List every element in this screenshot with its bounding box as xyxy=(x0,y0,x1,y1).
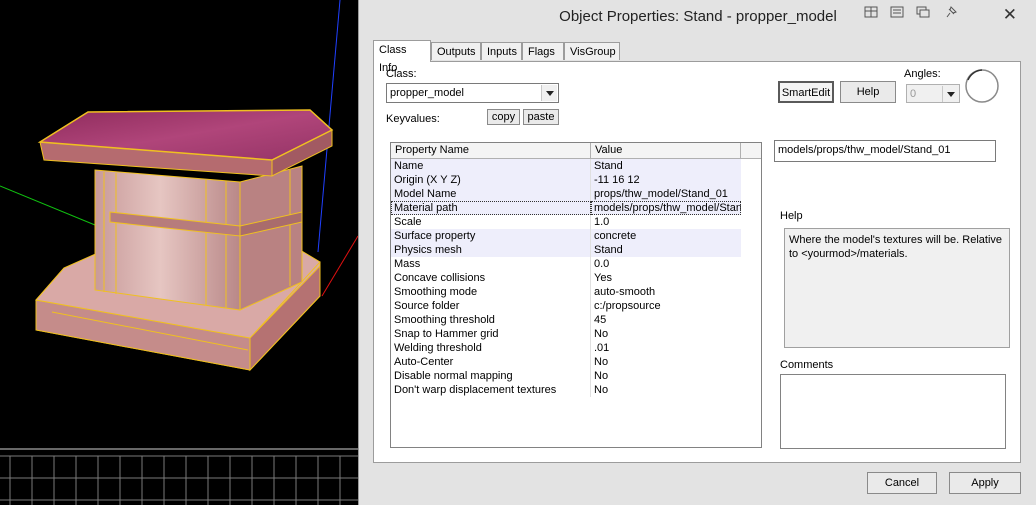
table-row[interactable]: Smoothing threshold 45 xyxy=(391,313,761,327)
header-property-name[interactable]: Property Name xyxy=(391,143,591,158)
red-axis xyxy=(321,235,358,297)
value-input[interactable]: models/props/thw_model/Stand_01 xyxy=(774,140,996,162)
window-title: Object Properties: Stand - propper_model xyxy=(559,8,837,25)
table-body: Name Stand Origin (X Y Z) -11 16 12 Model … xyxy=(391,159,761,397)
table-row[interactable]: Scale 1.0 xyxy=(391,215,761,229)
table-row[interactable]: Source folder c:/propsource xyxy=(391,299,761,313)
window-list-icon[interactable] xyxy=(890,6,904,18)
window-grid-icon[interactable] xyxy=(864,6,878,18)
tab-inputs[interactable]: Inputs xyxy=(481,42,522,60)
3d-viewport[interactable] xyxy=(0,0,358,505)
stand-top xyxy=(37,109,334,177)
class-dropdown-value: propper_model xyxy=(390,87,464,99)
keyvalues-table[interactable]: Property Name Value Name Stand Origin (X … xyxy=(390,142,762,448)
angles-label: Angles: xyxy=(904,68,941,80)
stand-body xyxy=(94,165,303,311)
chevron-down-icon[interactable] xyxy=(541,85,557,101)
tab-outputs[interactable]: Outputs xyxy=(431,42,481,60)
angles-dropdown[interactable]: 0 xyxy=(906,84,960,103)
table-row[interactable]: Origin (X Y Z) -11 16 12 xyxy=(391,173,761,187)
paste-button[interactable]: paste xyxy=(523,109,559,125)
help-section-label: Help xyxy=(780,210,803,222)
header-value[interactable]: Value xyxy=(591,143,741,158)
viewport-render xyxy=(0,0,358,505)
table-row[interactable]: Physics mesh Stand xyxy=(391,243,761,257)
angles-dial-icon[interactable] xyxy=(964,68,1000,104)
table-row-selected[interactable]: Material path models/props/thw_model/Stan xyxy=(391,201,761,215)
comments-input[interactable] xyxy=(780,374,1006,449)
table-row[interactable]: Concave collisions Yes xyxy=(391,271,761,285)
table-row[interactable]: Disable normal mapping No xyxy=(391,369,761,383)
close-icon[interactable]: ✕ xyxy=(1003,5,1017,25)
table-header: Property Name Value xyxy=(391,143,761,159)
class-info-panel: Class: propper_model Keyvalues: copy pas… xyxy=(373,61,1021,463)
cancel-button[interactable]: Cancel xyxy=(867,472,937,494)
table-row[interactable]: Welding threshold .01 xyxy=(391,341,761,355)
table-row[interactable]: Snap to Hammer grid No xyxy=(391,327,761,341)
table-row[interactable]: Model Name props/thw_model/Stand_01 xyxy=(391,187,761,201)
pin-icon[interactable] xyxy=(944,6,958,18)
table-row[interactable]: Auto-Center No xyxy=(391,355,761,369)
chevron-down-icon[interactable] xyxy=(942,86,958,102)
smartedit-button[interactable]: SmartEdit xyxy=(778,81,834,103)
header-spacer xyxy=(741,143,761,158)
angles-value: 0 xyxy=(910,88,917,100)
table-row[interactable]: Smoothing mode auto-smooth xyxy=(391,285,761,299)
help-button[interactable]: Help xyxy=(840,81,896,103)
window-cascade-icon[interactable] xyxy=(916,6,930,18)
comments-label: Comments xyxy=(780,359,834,371)
title-bar[interactable]: Object Properties: Stand - propper_model… xyxy=(359,0,1036,32)
tab-class-info[interactable]: Class Info xyxy=(373,40,431,74)
copy-button[interactable]: copy xyxy=(487,109,520,125)
apply-button[interactable]: Apply xyxy=(949,472,1021,494)
object-properties-dialog: Object Properties: Stand - propper_model… xyxy=(358,0,1036,505)
table-row[interactable]: Surface property concrete xyxy=(391,229,761,243)
class-dropdown[interactable]: propper_model xyxy=(386,83,559,103)
table-row[interactable]: Don't warp displacement textures No xyxy=(391,383,761,397)
table-row[interactable]: Name Stand xyxy=(391,159,761,173)
help-text-box: Where the model's textures will be. Rela… xyxy=(784,228,1010,348)
tab-visgroup[interactable]: VisGroup xyxy=(564,42,620,60)
keyvalues-label: Keyvalues: xyxy=(386,113,440,125)
table-row[interactable]: Mass 0.0 xyxy=(391,257,761,271)
tab-flags[interactable]: Flags xyxy=(522,42,564,60)
